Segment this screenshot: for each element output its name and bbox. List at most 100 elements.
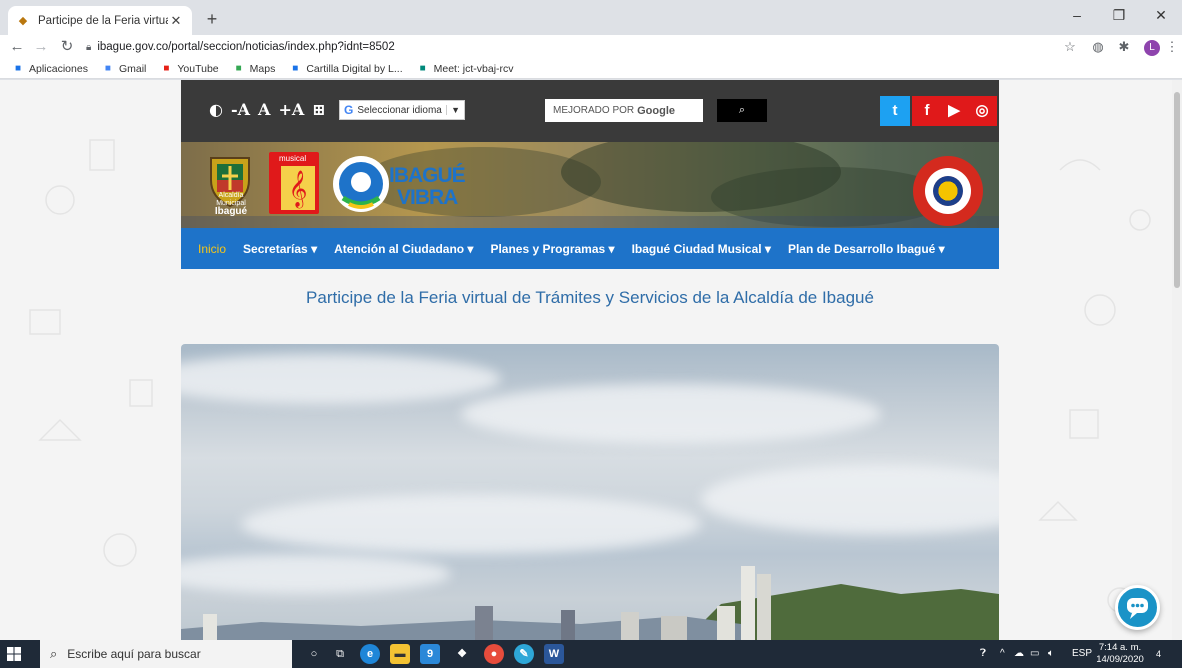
bookmark-item[interactable]: ■ Cartilla Digital by L... <box>289 63 402 75</box>
close-window-icon[interactable]: ✕ <box>1140 0 1182 30</box>
page-title: Participe de la Feria virtual de Trámite… <box>306 288 874 307</box>
accessibility-tools: ◐ -A A +A ⊞ <box>209 100 326 119</box>
alcaldia-caption-line2: Ibagué <box>214 206 248 217</box>
minimize-icon[interactable]: – <box>1056 0 1098 30</box>
article-hero-image <box>181 344 999 640</box>
nav-item-secretar-as[interactable]: Secretarías ▾ <box>243 242 317 256</box>
bookmark-item[interactable]: ■ Meet: jct-vbaj-rcv <box>417 63 514 75</box>
scrollbar-thumb[interactable] <box>1174 92 1180 288</box>
search-powered-label: MEJORADO POR <box>553 105 635 116</box>
help-icon[interactable]: ❓︎ <box>980 640 986 668</box>
url-text: ibague.gov.co/portal/seccion/noticias/in… <box>97 41 395 53</box>
musical-logo-label: musical <box>279 154 307 163</box>
extensions-puzzle-icon[interactable]: ✱ <box>1114 37 1134 57</box>
site-search-input[interactable]: MEJORADO POR Google <box>545 99 703 122</box>
accessibility-control[interactable]: -A <box>231 100 250 119</box>
bookmark-item[interactable]: ■ Gmail <box>102 63 146 75</box>
windows-taskbar: ⌕ Escribe aquí para buscar ○ ⧉ e ▬ 9 ❖ ●… <box>0 640 1182 668</box>
ibague-vibra-logo: IBAGUÉ VIBRA <box>331 154 466 214</box>
apps-grid-icon: ■ <box>14 62 22 74</box>
menu-kebab-icon[interactable]: ⋮ <box>1162 37 1182 57</box>
accessibility-control[interactable]: +A <box>278 100 304 119</box>
language-select-label: Seleccionar idioma <box>357 104 442 116</box>
network-icon[interactable]: ▭ <box>1030 640 1039 668</box>
chrome-icon[interactable]: ● <box>484 644 504 664</box>
maps-icon: ■ <box>235 62 242 74</box>
taskbar-search-placeholder: Escribe aquí para buscar <box>67 647 201 661</box>
accessibility-control[interactable]: A <box>258 100 270 119</box>
search-brand: Google <box>637 104 676 117</box>
search-icon: ⌕ <box>738 104 746 116</box>
bookmark-star-icon[interactable]: ☆ <box>1060 37 1080 57</box>
chat-button[interactable] <box>1115 585 1160 630</box>
ciudad-musical-logo: musical 𝄞 <box>269 152 319 214</box>
search-icon: ⌕ <box>50 646 58 661</box>
bookmark-item[interactable]: ■ YouTube <box>160 63 218 75</box>
close-tab-icon[interactable]: ✕ <box>168 13 184 29</box>
task-view-icon[interactable]: ⧉ <box>330 644 350 664</box>
windows-start-icon[interactable] <box>6 646 22 662</box>
dropbox-icon[interactable]: ❖ <box>452 644 472 664</box>
address-bar[interactable]: 🔒︎ ibague.gov.co/portal/seccion/noticias… <box>86 36 1054 58</box>
clock-date: 14/09/2020 <box>1096 654 1144 665</box>
bookmark-label: Cartilla Digital by L... <box>306 62 403 75</box>
bookmark-item[interactable]: ■ Maps <box>233 63 276 75</box>
chevron-down-icon: ▼ <box>446 105 464 115</box>
reload-icon[interactable]: ↻ <box>56 36 78 58</box>
nav-item-planes-y-programas[interactable]: Planes y Programas ▾ <box>490 242 614 256</box>
new-tab-button[interactable]: + <box>200 8 224 32</box>
bookmark-label: Maps <box>249 62 276 75</box>
globe-icon: ■ <box>292 62 299 74</box>
word-icon[interactable]: W <box>544 644 564 664</box>
tray-chevron-icon[interactable]: ^ <box>1000 640 1005 668</box>
bookmark-label: Aplicaciones <box>29 62 88 75</box>
paint-icon[interactable]: ✎ <box>514 644 534 664</box>
accessibility-control[interactable]: ◐ <box>209 100 223 119</box>
tab-title: Participe de la Feria virtual de Trá <box>38 14 168 27</box>
lock-icon: 🔒︎ <box>86 41 92 53</box>
extension-icon[interactable]: ◍ <box>1088 37 1108 57</box>
forward-icon[interactable]: → <box>30 36 52 58</box>
bookmark-label: Gmail <box>118 62 147 75</box>
onedrive-icon[interactable]: ☁ <box>1014 640 1024 668</box>
system-clock[interactable]: 7:14 a. m. 14/09/2020 <box>1096 642 1144 666</box>
instagram-icon[interactable]: ◎ <box>967 96 997 126</box>
vibra-word-1: IBAGUÉ <box>389 164 466 187</box>
header-banner: Alcaldía Municipal Ibagué musical 𝄞 IBAG… <box>181 142 999 228</box>
meet-icon: ■ <box>419 62 426 74</box>
search-button[interactable]: ⌕ <box>717 99 767 122</box>
profile-avatar[interactable]: L <box>1144 40 1160 56</box>
notifications-icon[interactable]: 4 <box>1156 640 1161 668</box>
file-explorer-icon[interactable]: ▬ <box>390 644 410 664</box>
language-select[interactable]: G Seleccionar idioma ▼ <box>339 100 465 120</box>
cortana-icon[interactable]: ○ <box>304 644 324 664</box>
sitemap-icon[interactable]: ⊞ <box>312 100 325 119</box>
nav-item-atenci-n-al-ciudadano[interactable]: Atención al Ciudadano ▾ <box>334 242 473 256</box>
site-favicon-icon: ◆ <box>18 14 28 27</box>
nav-item-inicio[interactable]: Inicio <box>198 242 226 256</box>
nav-item-ibagu-ciudad-musical[interactable]: Ibagué Ciudad Musical ▾ <box>632 242 771 256</box>
bookmark-item[interactable]: ■ Aplicaciones <box>12 63 88 75</box>
restore-icon[interactable]: ❐ <box>1098 0 1140 30</box>
taskbar-search-input[interactable]: ⌕ Escribe aquí para buscar <box>40 640 292 668</box>
notification-count: 4 <box>1156 649 1162 659</box>
browser-tab[interactable]: ◆ Participe de la Feria virtual de Trá ✕ <box>8 6 192 35</box>
input-language[interactable]: ESP <box>1072 640 1092 668</box>
alcaldia-caption: Alcaldía Municipal Ibagué <box>203 192 259 217</box>
edge-icon[interactable]: e <box>360 644 380 664</box>
nav-item-plan-de-desarrollo-ibagu[interactable]: Plan de Desarrollo Ibagué ▾ <box>788 242 945 256</box>
main-nav: Inicio Secretarías ▾ Atención al Ciudadano… <box>181 228 999 269</box>
page-viewport: ◐ -A A +A ⊞ G Seleccionar idioma ▼ MEJORADO … <box>0 80 1172 640</box>
volume-icon[interactable]: 🔈︎ <box>1048 640 1054 668</box>
youtube-icon[interactable]: ▶ <box>939 96 969 126</box>
chat-bubble-icon <box>1127 598 1148 619</box>
back-icon[interactable]: ← <box>6 36 28 58</box>
bookmark-label: YouTube <box>177 62 219 75</box>
bookmark-label: Meet: jct-vbaj-rcv <box>433 62 514 75</box>
facebook-icon[interactable]: f <box>912 96 942 126</box>
treble-clef-icon: 𝄞 <box>281 166 315 210</box>
browser-toolbar: ← → ↻ 🔒︎ ibague.gov.co/portal/seccion/no… <box>0 35 1182 59</box>
browser-tab-strip: ◆ Participe de la Feria virtual de Trá ✕… <box>0 0 1182 35</box>
store-icon[interactable]: 9 <box>420 644 440 664</box>
twitter-icon[interactable]: t <box>880 96 910 126</box>
